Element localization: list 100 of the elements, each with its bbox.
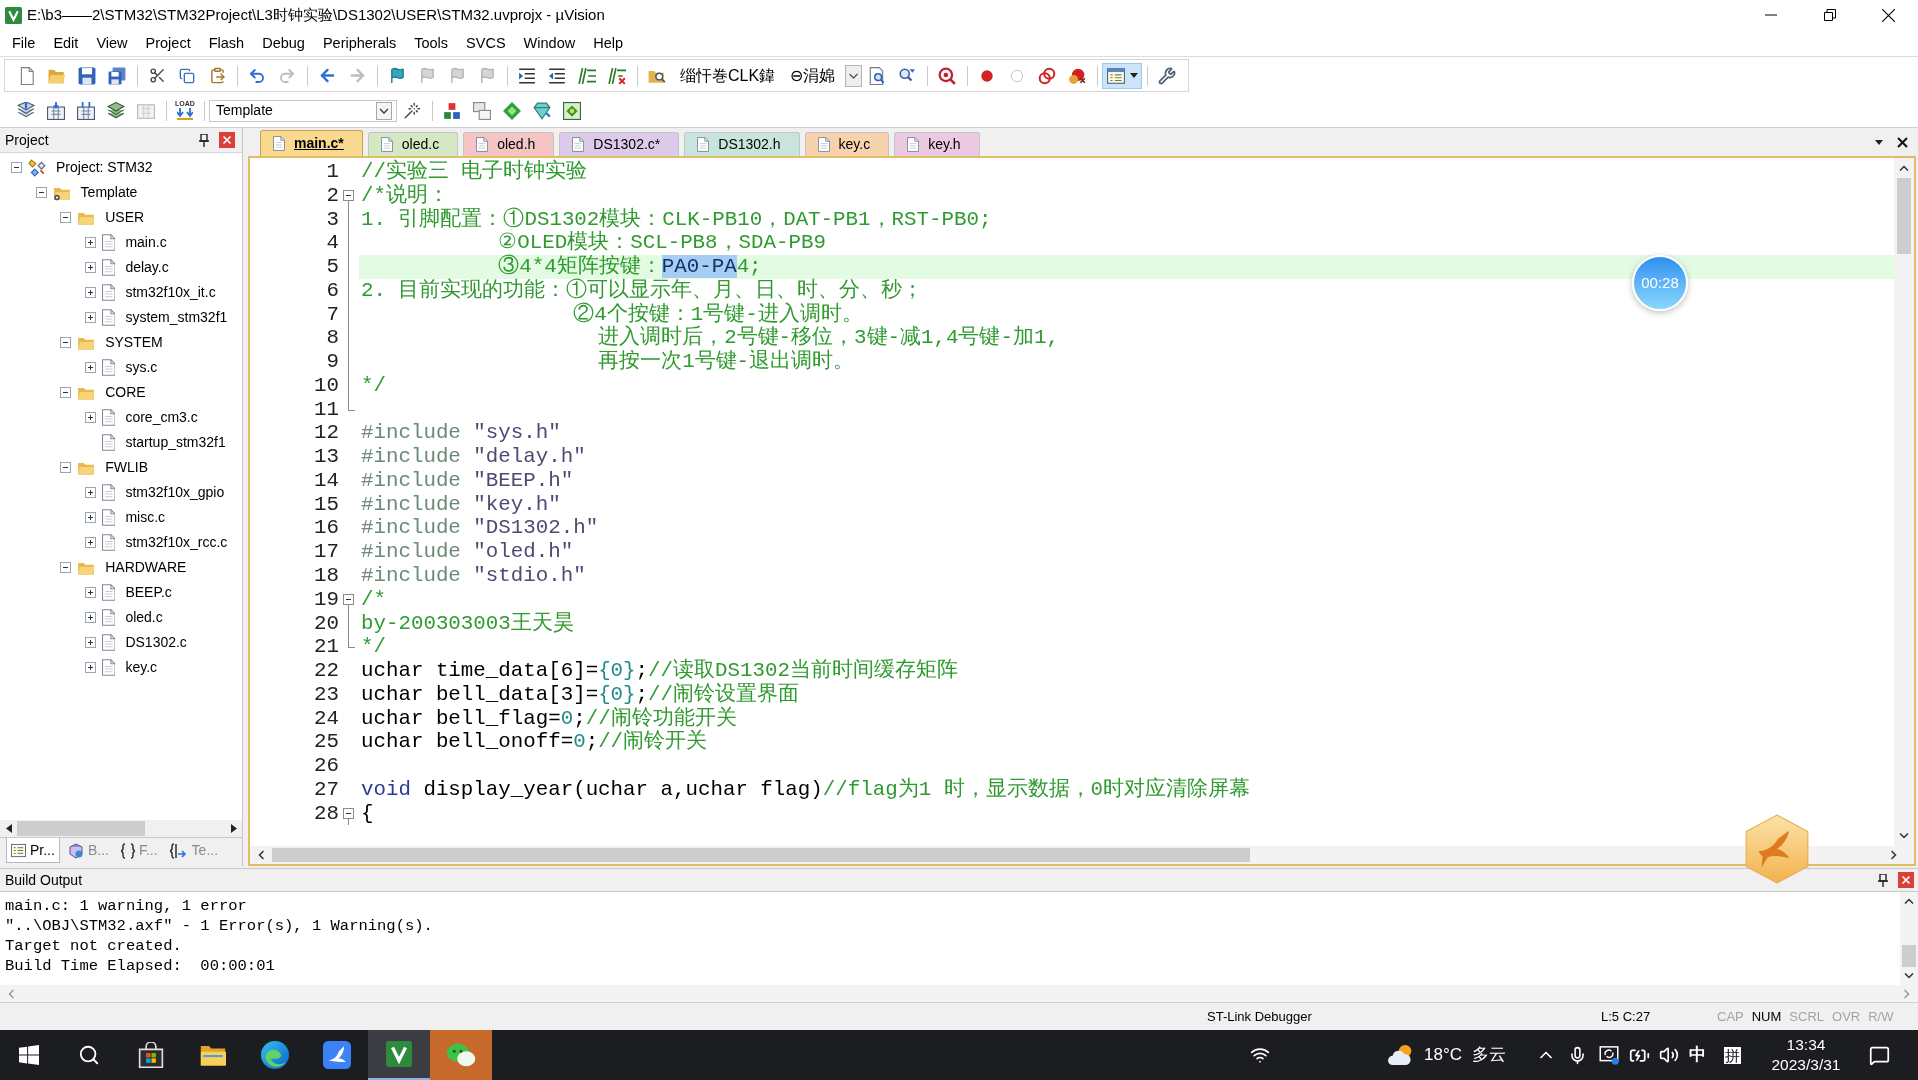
chat-bubbles-icon[interactable] — [446, 1042, 476, 1068]
slashed-lines-icon[interactable] — [578, 66, 596, 85]
menu-item[interactable]: Flash — [199, 33, 254, 53]
grid-arrow-icon[interactable] — [47, 101, 65, 120]
minus-box-icon[interactable] — [60, 387, 72, 398]
menu-item[interactable]: Help — [584, 33, 632, 53]
menu-item[interactable]: Project — [136, 33, 200, 53]
plus-box-icon[interactable] — [84, 487, 96, 498]
plus-box-icon[interactable] — [84, 237, 96, 248]
find-combo[interactable]: ⊖涓婂 — [788, 63, 862, 88]
tree-item[interactable]: oled.c — [125, 607, 163, 628]
plus-box-icon[interactable] — [84, 362, 96, 373]
chevron-tile-icon[interactable] — [5, 6, 22, 24]
menu-item[interactable]: Peripherals — [313, 33, 406, 53]
tree-item[interactable]: Template — [80, 182, 138, 203]
wifi-icon[interactable] — [1250, 1045, 1270, 1065]
tree-item[interactable]: sys.c — [125, 357, 158, 378]
search-icon[interactable] — [78, 1044, 100, 1066]
minus-box-icon[interactable] — [343, 807, 354, 819]
input-mode[interactable]: 拼 — [1724, 1046, 1741, 1064]
document-icon[interactable] — [101, 534, 116, 551]
braces-arrow-icon[interactable] — [169, 842, 188, 859]
menu-item[interactable]: Tools — [405, 33, 458, 53]
plus-box-icon[interactable] — [84, 612, 96, 623]
editor-tab[interactable]: oled.h — [463, 132, 555, 156]
minus-box-icon[interactable] — [60, 462, 72, 473]
linked-circles-icon[interactable] — [1038, 66, 1056, 85]
stacked-windows-icon[interactable] — [473, 101, 491, 120]
menu-item[interactable]: SVCS — [457, 33, 515, 53]
monitor-sync-icon[interactable] — [1599, 1045, 1619, 1065]
framed-diamond-icon[interactable] — [563, 101, 581, 120]
windows-logo-icon[interactable] — [19, 1045, 39, 1065]
weather-temperature[interactable]: 18°C — [1424, 1042, 1462, 1068]
tree-item[interactable]: startup_stm32f1 — [125, 432, 226, 453]
menu-item[interactable]: Window — [514, 33, 585, 53]
document-icon[interactable] — [101, 234, 116, 251]
tree-item[interactable]: Project: STM32 — [56, 157, 153, 178]
caret-down-icon[interactable] — [1875, 139, 1883, 145]
document-icon[interactable] — [572, 137, 585, 152]
tree-item[interactable]: FWLIB — [105, 457, 148, 478]
document-icon[interactable] — [380, 137, 393, 152]
new-file-icon[interactable] — [18, 66, 36, 85]
layers-arrow-icon[interactable] — [17, 101, 35, 120]
undo-icon[interactable] — [248, 66, 266, 85]
plus-box-icon[interactable] — [84, 412, 96, 423]
menu-item[interactable]: Edit — [44, 33, 88, 53]
plus-box-icon[interactable] — [84, 512, 96, 523]
gem-arrow-icon[interactable] — [533, 101, 551, 120]
down-arrows-icon[interactable] — [177, 108, 193, 121]
caret-icon[interactable] — [1129, 73, 1138, 78]
minus-box-icon[interactable] — [60, 562, 72, 573]
tree-item[interactable]: stm32f10x_gpio — [125, 482, 225, 503]
close-icon[interactable] — [1882, 8, 1895, 22]
tree-item[interactable]: DS1302.c — [125, 632, 187, 653]
shopping-bag-icon[interactable] — [138, 1042, 164, 1068]
tree-item[interactable]: SYSTEM — [105, 332, 163, 353]
document-icon[interactable] — [101, 584, 116, 601]
plus-box-icon[interactable] — [84, 662, 96, 673]
document-icon[interactable] — [101, 409, 116, 426]
minus-box-icon[interactable] — [35, 187, 47, 198]
menu-item[interactable]: File — [3, 33, 45, 53]
tree-item[interactable]: stm32f10x_rcc.c — [125, 532, 228, 553]
editor-tab[interactable]: key.h — [894, 132, 980, 156]
clipboard-icon[interactable] — [208, 67, 226, 84]
plus-box-icon[interactable] — [84, 262, 96, 273]
clock-time[interactable]: 13:34 — [1786, 1035, 1826, 1055]
scroll-left-icon[interactable] — [5, 824, 12, 833]
notification-icon[interactable] — [1869, 1044, 1890, 1066]
window-icon[interactable] — [1106, 66, 1125, 85]
tree-item[interactable]: core_cm3.c — [125, 407, 198, 428]
tree-item[interactable]: key.c — [125, 657, 158, 678]
tree-item[interactable]: USER — [105, 207, 145, 228]
bird-hexagon-icon[interactable] — [1744, 814, 1810, 884]
editor-tab[interactable]: main.c* — [260, 130, 363, 156]
wand-icon[interactable] — [403, 101, 421, 120]
scroll-right-icon[interactable] — [230, 824, 237, 833]
close-icon[interactable] — [1897, 136, 1908, 148]
plus-box-icon[interactable] — [84, 587, 96, 598]
hexagon-dot-icon[interactable] — [67, 842, 84, 859]
document-icon[interactable] — [273, 136, 285, 151]
taskbar-button[interactable] — [368, 1030, 430, 1080]
document-icon[interactable] — [101, 309, 116, 326]
indent-icon[interactable] — [518, 66, 536, 85]
menu-item[interactable]: Debug — [253, 33, 314, 53]
document-icon[interactable] — [101, 484, 116, 501]
document-icon[interactable] — [697, 137, 710, 152]
scroll-right-icon[interactable] — [1891, 850, 1897, 860]
wrench-icon[interactable] — [1158, 66, 1176, 85]
scroll-left-icon[interactable] — [258, 850, 264, 860]
minus-box-icon[interactable] — [11, 162, 22, 173]
tree-item[interactable]: system_stm32f1 — [125, 307, 228, 328]
speaker-icon[interactable] — [1659, 1045, 1679, 1065]
input-language[interactable]: 中 — [1689, 1042, 1706, 1068]
squares-icon[interactable] — [443, 101, 461, 120]
scroll-down-icon[interactable] — [1904, 973, 1914, 979]
pin-icon[interactable] — [1878, 873, 1888, 887]
microphone-icon[interactable] — [1568, 1045, 1587, 1065]
scrollbar-thumb[interactable] — [1902, 945, 1916, 967]
editor-tab[interactable]: DS1302.c* — [559, 132, 680, 156]
scroll-up-icon[interactable] — [1899, 165, 1909, 171]
